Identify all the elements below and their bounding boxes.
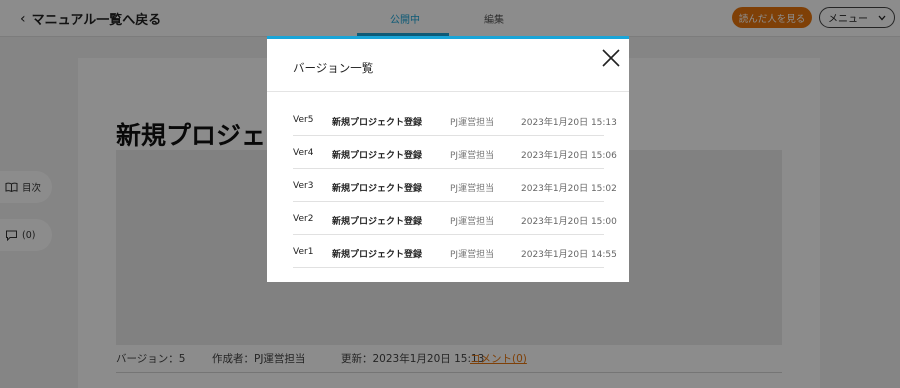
- version-name: 新規プロジェクト登録: [332, 184, 423, 194]
- version-list-modal: バージョン一覧 Ver5 新規プロジェクト登録 PJ運営担当 2023年1月20…: [267, 36, 629, 282]
- version-row[interactable]: Ver5 新規プロジェクト登録 PJ運営担当 2023年1月20日 15:13: [293, 103, 617, 136]
- version-number: Ver1: [293, 247, 314, 257]
- version-name: 新規プロジェクト登録: [332, 118, 423, 128]
- version-name: 新規プロジェクト登録: [332, 250, 423, 260]
- version-name: 新規プロジェクト登録: [332, 151, 423, 161]
- version-row[interactable]: Ver1 新規プロジェクト登録 PJ運営担当 2023年1月20日 14:55: [293, 235, 617, 268]
- close-button[interactable]: [600, 47, 622, 69]
- close-icon: [602, 49, 620, 67]
- version-author: PJ運営担当: [450, 118, 495, 128]
- version-number: Ver3: [293, 181, 314, 191]
- version-date: 2023年1月20日 15:13: [521, 118, 617, 128]
- version-name: 新規プロジェクト登録: [332, 217, 423, 227]
- version-number: Ver4: [293, 148, 314, 158]
- version-author: PJ運営担当: [450, 217, 495, 227]
- version-number: Ver2: [293, 214, 314, 224]
- version-number: Ver5: [293, 115, 314, 125]
- version-date: 2023年1月20日 15:06: [521, 151, 617, 161]
- version-date: 2023年1月20日 15:02: [521, 184, 617, 194]
- version-date: 2023年1月20日 14:55: [521, 250, 617, 260]
- modal-divider: [267, 91, 629, 92]
- version-date: 2023年1月20日 15:00: [521, 217, 617, 227]
- version-row[interactable]: Ver3 新規プロジェクト登録 PJ運営担当 2023年1月20日 15:02: [293, 169, 617, 202]
- version-list: Ver5 新規プロジェクト登録 PJ運営担当 2023年1月20日 15:13 …: [293, 103, 617, 268]
- version-author: PJ運営担当: [450, 151, 495, 161]
- version-author: PJ運営担当: [450, 250, 495, 260]
- version-row[interactable]: Ver2 新規プロジェクト登録 PJ運営担当 2023年1月20日 15:00: [293, 202, 617, 235]
- modal-title: バージョン一覧: [293, 61, 374, 75]
- version-row[interactable]: Ver4 新規プロジェクト登録 PJ運営担当 2023年1月20日 15:06: [293, 136, 617, 169]
- version-author: PJ運営担当: [450, 184, 495, 194]
